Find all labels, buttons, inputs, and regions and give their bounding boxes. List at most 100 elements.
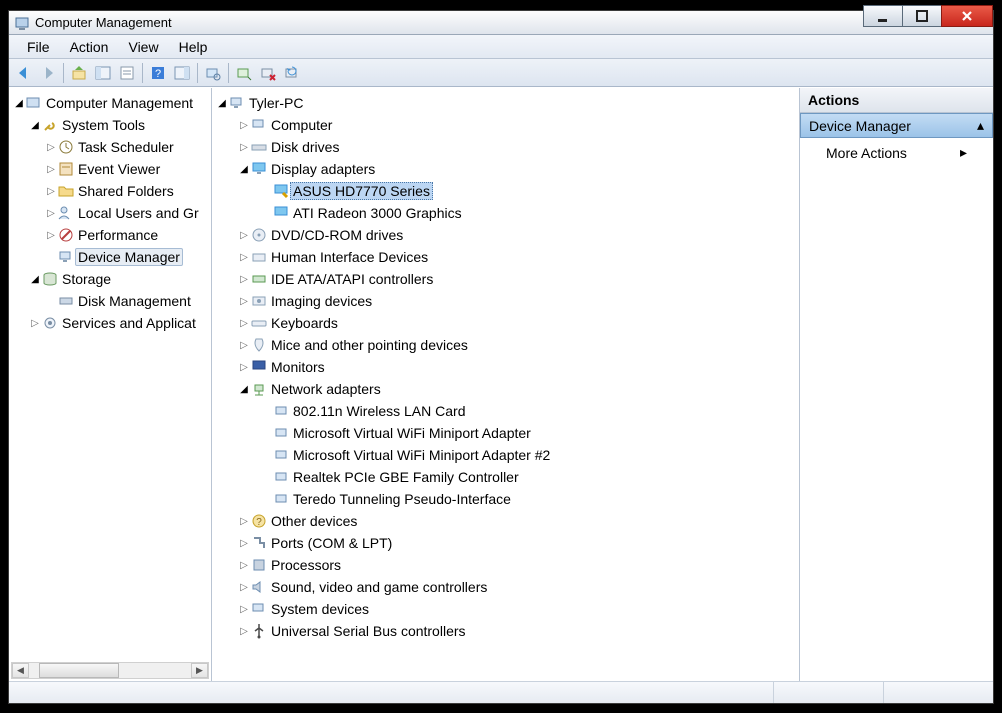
tree-storage[interactable]: Storage bbox=[59, 270, 114, 288]
more-actions[interactable]: More Actions ▸ bbox=[800, 138, 993, 167]
expand-arrow-icon[interactable]: ▷ bbox=[238, 120, 250, 131]
cat-hid[interactable]: Human Interface Devices bbox=[268, 248, 431, 266]
device-wlan[interactable]: 802.11n Wireless LAN Card bbox=[290, 402, 468, 420]
monitor-icon bbox=[250, 359, 268, 375]
scroll-left-button[interactable]: ◀ bbox=[12, 663, 29, 678]
device-vwifi2[interactable]: Microsoft Virtual WiFi Miniport Adapter … bbox=[290, 446, 553, 464]
expand-arrow-icon[interactable]: ▷ bbox=[238, 296, 250, 307]
expand-arrow-icon[interactable]: ◢ bbox=[238, 384, 250, 395]
forward-button[interactable] bbox=[37, 62, 59, 84]
expand-arrow-icon[interactable]: ◢ bbox=[238, 164, 250, 175]
up-button[interactable] bbox=[68, 62, 90, 84]
device-tree-pane[interactable]: ◢ Tyler-PC ▷ Computer ▷ Disk drives ◢ Displa… bbox=[212, 88, 800, 681]
nic-icon bbox=[272, 447, 290, 463]
expand-arrow-icon[interactable]: ▷ bbox=[45, 208, 57, 219]
toolbar-separator bbox=[63, 63, 64, 83]
expand-arrow-icon[interactable]: ▷ bbox=[238, 560, 250, 571]
expand-arrow-icon[interactable]: ◢ bbox=[13, 98, 25, 109]
cat-other[interactable]: Other devices bbox=[268, 512, 360, 530]
title-bar[interactable]: Computer Management bbox=[9, 11, 993, 35]
horizontal-scrollbar[interactable]: ◀ ▶ bbox=[11, 662, 209, 679]
device-vwifi1[interactable]: Microsoft Virtual WiFi Miniport Adapter bbox=[290, 424, 534, 442]
expand-arrow-icon[interactable]: ▷ bbox=[238, 318, 250, 329]
expand-arrow-icon[interactable]: ▷ bbox=[238, 230, 250, 241]
enable-button[interactable] bbox=[233, 62, 255, 84]
back-button[interactable] bbox=[13, 62, 35, 84]
uninstall-button[interactable] bbox=[257, 62, 279, 84]
cat-keyboards[interactable]: Keyboards bbox=[268, 314, 341, 332]
scroll-right-button[interactable]: ▶ bbox=[191, 663, 208, 678]
network-icon bbox=[250, 381, 268, 397]
expand-arrow-icon[interactable]: ▷ bbox=[238, 626, 250, 637]
update-driver-button[interactable] bbox=[281, 62, 303, 84]
scan-button[interactable] bbox=[202, 62, 224, 84]
device-root[interactable]: Tyler-PC bbox=[246, 94, 306, 112]
expand-arrow-icon[interactable]: ◢ bbox=[216, 98, 228, 109]
properties-button[interactable] bbox=[116, 62, 138, 84]
maximize-button[interactable] bbox=[902, 5, 942, 27]
cat-mice[interactable]: Mice and other pointing devices bbox=[268, 336, 471, 354]
tools-icon bbox=[41, 117, 59, 133]
tree-shared-folders[interactable]: Shared Folders bbox=[75, 182, 177, 200]
menu-help[interactable]: Help bbox=[169, 37, 218, 57]
menu-view[interactable]: View bbox=[118, 37, 168, 57]
menu-action[interactable]: Action bbox=[60, 37, 119, 57]
expand-arrow-icon[interactable]: ▷ bbox=[238, 252, 250, 263]
cat-imaging[interactable]: Imaging devices bbox=[268, 292, 375, 310]
cat-usb[interactable]: Universal Serial Bus controllers bbox=[268, 622, 469, 640]
cat-processors[interactable]: Processors bbox=[268, 556, 344, 574]
device-teredo[interactable]: Teredo Tunneling Pseudo-Interface bbox=[290, 490, 514, 508]
expand-arrow-icon[interactable]: ▷ bbox=[238, 516, 250, 527]
expand-arrow-icon[interactable]: ▷ bbox=[238, 274, 250, 285]
cat-display-adapters[interactable]: Display adapters bbox=[268, 160, 378, 178]
expand-arrow-icon[interactable]: ▷ bbox=[238, 142, 250, 153]
tree-event-viewer[interactable]: Event Viewer bbox=[75, 160, 163, 178]
cat-sound[interactable]: Sound, video and game controllers bbox=[268, 578, 490, 596]
storage-icon bbox=[41, 271, 59, 287]
close-button[interactable] bbox=[941, 5, 993, 27]
help-button[interactable]: ? bbox=[147, 62, 169, 84]
expand-arrow-icon[interactable]: ▷ bbox=[45, 164, 57, 175]
tree-device-manager[interactable]: Device Manager bbox=[75, 248, 183, 266]
expand-arrow-icon[interactable]: ▷ bbox=[238, 604, 250, 615]
expand-arrow-icon[interactable]: ▷ bbox=[45, 186, 57, 197]
computer-icon bbox=[250, 117, 268, 133]
mmc-icon bbox=[25, 95, 43, 111]
actions-category[interactable]: Device Manager ▴ bbox=[800, 113, 993, 138]
cat-computer[interactable]: Computer bbox=[268, 116, 335, 134]
device-ati[interactable]: ATI Radeon 3000 Graphics bbox=[290, 204, 465, 222]
tree-disk-management[interactable]: Disk Management bbox=[75, 292, 194, 310]
expand-arrow-icon[interactable]: ▷ bbox=[238, 362, 250, 373]
cat-disk-drives[interactable]: Disk drives bbox=[268, 138, 342, 156]
scroll-thumb[interactable] bbox=[39, 663, 119, 678]
tree-system-tools[interactable]: System Tools bbox=[59, 116, 148, 134]
expand-arrow-icon[interactable]: ▷ bbox=[238, 538, 250, 549]
cat-system-devices[interactable]: System devices bbox=[268, 600, 372, 618]
console-tree[interactable]: ◢Computer Management ◢System Tools ▷Task… bbox=[13, 92, 211, 334]
console-tree-pane[interactable]: ◢Computer Management ◢System Tools ▷Task… bbox=[9, 88, 212, 681]
cat-ports[interactable]: Ports (COM & LPT) bbox=[268, 534, 395, 552]
cat-network[interactable]: Network adapters bbox=[268, 380, 384, 398]
tree-services[interactable]: Services and Applicat bbox=[59, 314, 199, 332]
cat-monitors[interactable]: Monitors bbox=[268, 358, 328, 376]
minimize-button[interactable] bbox=[863, 5, 903, 27]
expand-arrow-icon[interactable]: ▷ bbox=[45, 142, 57, 153]
tree-root-label[interactable]: Computer Management bbox=[43, 94, 196, 112]
device-tree[interactable]: ◢ Tyler-PC ▷ Computer ▷ Disk drives ◢ Displa… bbox=[216, 92, 799, 642]
show-hide-tree-button[interactable] bbox=[92, 62, 114, 84]
expand-arrow-icon[interactable]: ▷ bbox=[238, 582, 250, 593]
tree-task-scheduler[interactable]: Task Scheduler bbox=[75, 138, 177, 156]
expand-arrow-icon[interactable]: ◢ bbox=[29, 120, 41, 131]
tree-performance[interactable]: Performance bbox=[75, 226, 161, 244]
menu-file[interactable]: File bbox=[17, 37, 60, 57]
expand-arrow-icon[interactable]: ◢ bbox=[29, 274, 41, 285]
device-realtek[interactable]: Realtek PCIe GBE Family Controller bbox=[290, 468, 522, 486]
expand-arrow-icon[interactable]: ▷ bbox=[238, 340, 250, 351]
action-pane-button[interactable] bbox=[171, 62, 193, 84]
cat-ide[interactable]: IDE ATA/ATAPI controllers bbox=[268, 270, 436, 288]
expand-arrow-icon[interactable]: ▷ bbox=[29, 318, 41, 329]
cat-dvd[interactable]: DVD/CD-ROM drives bbox=[268, 226, 406, 244]
expand-arrow-icon[interactable]: ▷ bbox=[45, 230, 57, 241]
tree-local-users[interactable]: Local Users and Gr bbox=[75, 204, 202, 222]
device-asus[interactable]: ASUS HD7770 Series bbox=[290, 182, 433, 200]
